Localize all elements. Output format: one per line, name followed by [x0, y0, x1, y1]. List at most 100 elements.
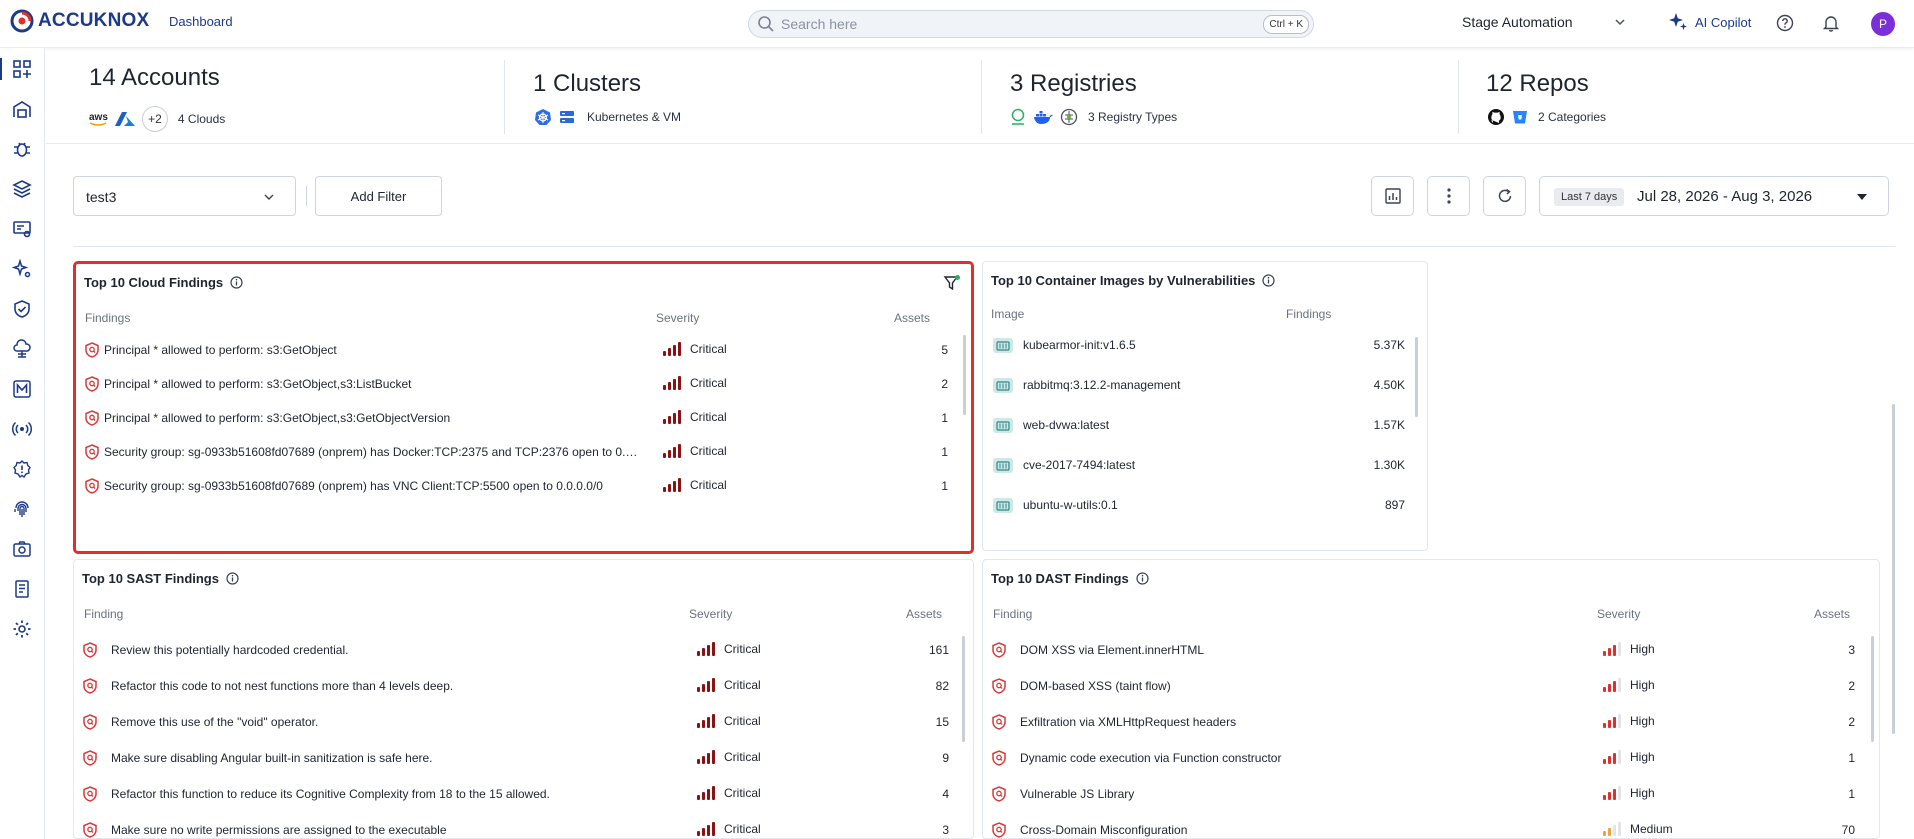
finding-shield-icon: [992, 678, 1006, 694]
sidebar-item-issues[interactable]: [9, 136, 35, 162]
sidebar-item-remediation[interactable]: [9, 456, 35, 482]
refresh-button[interactable]: [1483, 176, 1526, 216]
more-clouds-badge[interactable]: +2: [141, 106, 168, 132]
severity-indicator: Critical: [663, 478, 727, 492]
filter-active-icon[interactable]: [943, 274, 961, 292]
table-row[interactable]: Principal * allowed to perform: s3:GetOb…: [76, 403, 971, 433]
sast-findings-title: Top 10 SAST Findings: [82, 571, 239, 586]
stat-repos[interactable]: 12 Repos 2 Categories: [1459, 50, 1914, 144]
asset-count: 15: [935, 715, 949, 729]
severity-label: High: [1630, 714, 1655, 728]
col-image[interactable]: Image: [991, 307, 1024, 321]
table-row[interactable]: Dynamic code execution via Function cons…: [983, 743, 1879, 773]
caret-down-icon: [1857, 194, 1867, 200]
table-row[interactable]: kubearmor-init:v1.6.5 5.37K: [983, 332, 1427, 362]
col-findings[interactable]: Findings: [85, 311, 130, 325]
table-row[interactable]: web-dvwa:latest 1.57K: [983, 412, 1427, 442]
table-row[interactable]: ubuntu-w-utils:0.1 897: [983, 492, 1427, 522]
nav-dashboard-link[interactable]: Dashboard: [169, 14, 233, 29]
table-row[interactable]: DOM-based XSS (taint flow) High 2: [983, 671, 1879, 701]
severity-bars-icon: [1603, 786, 1623, 800]
stat-accounts[interactable]: 14 Accounts aws +2 4 Clouds: [46, 50, 504, 144]
sidebar-item-compliance[interactable]: [9, 296, 35, 322]
table-row[interactable]: rabbitmq:3.12.2-management 4.50K: [983, 372, 1427, 402]
sidebar-item-runtime[interactable]: [9, 416, 35, 442]
stat-clusters[interactable]: 1 Clusters Kubernetes & VM: [505, 50, 981, 144]
table-row[interactable]: cve-2017-7494:latest 1.30K: [983, 452, 1427, 482]
table-row[interactable]: Security group: sg-0933b51608fd07689 (on…: [76, 437, 971, 467]
col-sast-severity[interactable]: Severity: [689, 607, 732, 621]
info-icon[interactable]: [226, 572, 239, 585]
table-row[interactable]: Remove this use of the "void" operator. C…: [74, 707, 973, 737]
notifications-bell-icon[interactable]: [1822, 14, 1840, 32]
search-box[interactable]: Ctrl + K: [748, 10, 1314, 38]
col-image-findings[interactable]: Findings: [1286, 307, 1331, 321]
harbor-icon: [1060, 108, 1078, 126]
more-options-button[interactable]: [1427, 176, 1470, 216]
table-row[interactable]: Refactor this code to not nest functions…: [74, 671, 973, 701]
table-row[interactable]: Principal * allowed to perform: s3:GetOb…: [76, 335, 971, 365]
table-row[interactable]: Make sure no write permissions are assig…: [74, 815, 973, 838]
scan-icon: [13, 221, 31, 238]
workspace-selector-label[interactable]: Stage Automation: [1462, 14, 1573, 30]
image-finding-count: 5.37K: [1373, 338, 1405, 352]
table-row[interactable]: Vulnerable JS Library High 1: [983, 779, 1879, 809]
more-vertical-icon: [1446, 188, 1451, 204]
table-row[interactable]: Principal * allowed to perform: s3:GetOb…: [76, 369, 971, 399]
sidebar-item-dashboard[interactable]: [0, 56, 35, 82]
search-input[interactable]: [781, 16, 1261, 32]
help-icon[interactable]: [1776, 14, 1794, 32]
stat-registries[interactable]: 3 Registries 3 Registry Types: [982, 50, 1458, 144]
table-row[interactable]: DOM XSS via Element.innerHTML High 3: [983, 635, 1879, 665]
sidebar-item-layers[interactable]: [9, 176, 35, 202]
col-dast-severity[interactable]: Severity: [1597, 607, 1640, 621]
col-dast-finding[interactable]: Finding: [993, 607, 1032, 621]
asset-count: 1: [1848, 787, 1855, 801]
sidebar-item-inventory[interactable]: [9, 96, 35, 122]
sidebar-item-registry[interactable]: [9, 536, 35, 562]
table-row[interactable]: Security group: sg-0933b51608fd07689 (on…: [76, 471, 971, 501]
vm-server-icon: [559, 109, 575, 125]
sidebar-item-reports[interactable]: [9, 576, 35, 602]
table-row[interactable]: Cross-Domain Misconfiguration Medium 70: [983, 815, 1879, 838]
sidebar-item-scans[interactable]: [9, 216, 35, 242]
stat-clusters-sub: Kubernetes & VM: [534, 108, 681, 126]
ai-copilot-button[interactable]: AI Copilot: [1668, 12, 1751, 32]
finding-shield-icon: [992, 822, 1006, 838]
info-icon[interactable]: [1136, 572, 1149, 585]
severity-indicator: Critical: [663, 342, 727, 356]
col-severity[interactable]: Severity: [656, 311, 699, 325]
asset-count: 1: [941, 479, 948, 493]
sidebar-item-monitors[interactable]: [9, 376, 35, 402]
table-row[interactable]: Review this potentially hardcoded creden…: [74, 635, 973, 665]
stat-repos-title: 12 Repos: [1486, 70, 1589, 97]
info-icon[interactable]: [1262, 274, 1276, 287]
sidebar-item-settings[interactable]: [9, 616, 35, 642]
col-assets[interactable]: Assets: [894, 311, 930, 325]
user-avatar[interactable]: P: [1871, 12, 1895, 36]
filter-group-select[interactable]: test3: [73, 176, 296, 216]
image-name: ubuntu-w-utils:0.1: [1023, 498, 1118, 512]
chevron-down-icon[interactable]: [1614, 16, 1626, 28]
col-sast-finding[interactable]: Finding: [84, 607, 123, 621]
table-row[interactable]: Refactor this function to reduce its Cog…: [74, 779, 973, 809]
col-dast-assets[interactable]: Assets: [1814, 607, 1850, 621]
finding-text: Remove this use of the "void" operator.: [111, 715, 319, 729]
table-row[interactable]: Exfiltration via XMLHttpRequest headers H…: [983, 707, 1879, 737]
bar-chart-icon: [1384, 188, 1401, 204]
finding-text: Exfiltration via XMLHttpRequest headers: [1020, 715, 1237, 729]
add-filter-button[interactable]: Add Filter: [315, 176, 442, 216]
severity-indicator: Critical: [663, 376, 727, 390]
page-scrollbar[interactable]: [1892, 404, 1895, 734]
sidebar-item-identity[interactable]: [9, 496, 35, 522]
severity-bars-icon: [663, 342, 683, 356]
brand-logo[interactable]: ACCUKNOX: [10, 9, 149, 33]
chart-view-button[interactable]: [1371, 176, 1414, 216]
sidebar-item-cloud-workloads[interactable]: [9, 336, 35, 362]
severity-bars-icon: [1603, 642, 1623, 656]
sidebar-item-ai[interactable]: [9, 256, 35, 282]
table-row[interactable]: Make sure disabling Angular built-in san…: [74, 743, 973, 773]
info-icon[interactable]: [230, 276, 243, 289]
col-sast-assets[interactable]: Assets: [906, 607, 942, 621]
date-range-picker[interactable]: Last 7 days Jul 28, 2026 - Aug 3, 2026: [1539, 176, 1889, 216]
